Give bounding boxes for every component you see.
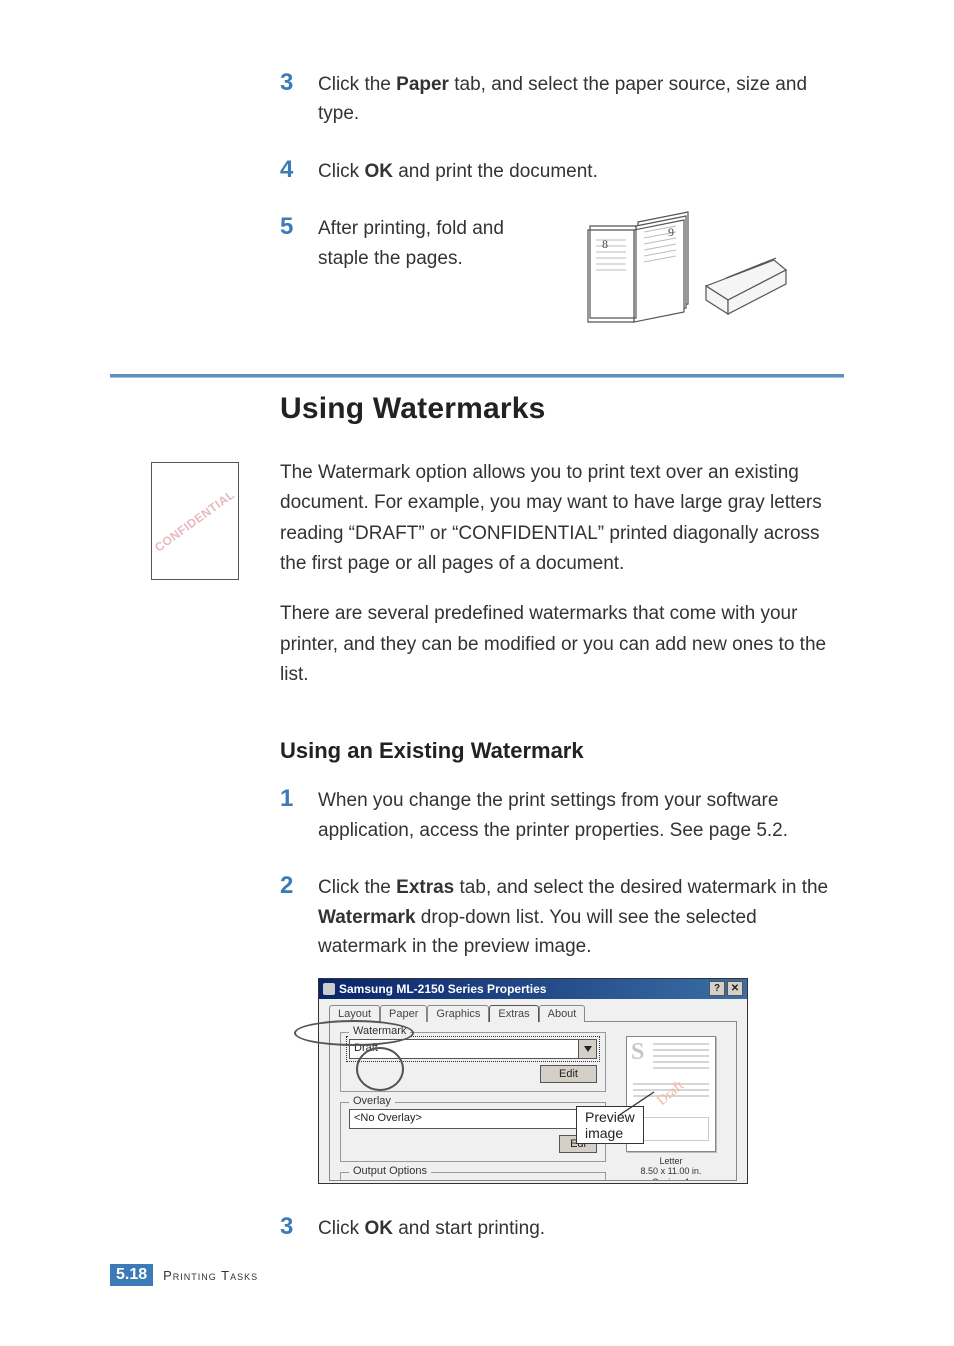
- substep-text-1: When you change the print settings from …: [318, 786, 844, 845]
- step-number-3: 3: [280, 70, 318, 96]
- preview-meta: Letter 8.50 x 11.00 in. Copies: 1: [616, 1156, 726, 1181]
- intro-paragraph-2: There are several predefined watermarks …: [280, 599, 844, 690]
- properties-tabs: Layout Paper Graphics Extras About: [329, 1005, 737, 1022]
- step3-bold: Paper: [396, 74, 449, 95]
- section-title: Using Watermarks: [280, 392, 844, 426]
- chevron-down-icon[interactable]: [579, 1039, 597, 1059]
- overlay-group: Overlay <No Overlay> Edi: [340, 1102, 606, 1162]
- booklet-page-right: 9: [668, 225, 674, 239]
- footer-chapter-num: 5.: [116, 1266, 129, 1283]
- window-title: Samsung ML-2150 Series Properties: [339, 982, 546, 996]
- callout-leader-line: [618, 1068, 698, 1128]
- properties-dialog-screenshot: Samsung ML-2150 Series Properties ? ✕ La…: [318, 978, 748, 1184]
- substep-number-3: 3: [280, 1214, 318, 1240]
- step-text-4: Click OK and print the document.: [318, 157, 844, 186]
- window-close-button[interactable]: ✕: [727, 981, 743, 996]
- window-help-button[interactable]: ?: [709, 981, 725, 996]
- intro-paragraph-1: The Watermark option allows you to print…: [280, 458, 844, 580]
- substep-number-1: 1: [280, 786, 318, 812]
- ss3-t2: and start printing.: [393, 1218, 545, 1239]
- subsection-title: Using an Existing Watermark: [280, 738, 844, 764]
- preview-copies: Copies: 1: [616, 1177, 726, 1180]
- highlight-ellipse-combo: [356, 1047, 404, 1091]
- window-app-icon: [323, 983, 335, 995]
- tab-paper[interactable]: Paper: [380, 1005, 427, 1022]
- step4-post: and print the document.: [393, 161, 598, 182]
- confidential-page-icon: CONFIDENTIAL: [110, 458, 280, 580]
- page-footer: 5.18 Printing Tasks: [110, 1264, 258, 1286]
- step3-pre: Click the: [318, 74, 396, 95]
- step4-pre: Click: [318, 161, 364, 182]
- ss2-b2: Watermark: [318, 907, 416, 928]
- preview-paper-size: Letter: [616, 1156, 726, 1167]
- ss2-b1: Extras: [396, 877, 454, 898]
- watermark-edit-button[interactable]: Edit: [540, 1065, 597, 1083]
- step-text-5: After printing, fold and staple the page…: [318, 214, 844, 343]
- substep-text-3: Click OK and start printing.: [318, 1214, 844, 1243]
- section-divider: [110, 374, 844, 378]
- step4-bold: OK: [364, 161, 393, 182]
- confidential-label: CONFIDENTIAL: [152, 487, 237, 554]
- footer-section-label: Printing Tasks: [163, 1268, 258, 1283]
- overlay-combo[interactable]: <No Overlay>: [349, 1109, 597, 1129]
- footer-page-num: 18: [129, 1266, 147, 1283]
- output-options-group: Output Options: [340, 1172, 606, 1181]
- booklet-illustration: 8 9: [578, 204, 788, 343]
- preview-paper-dims: 8.50 x 11.00 in.: [616, 1166, 726, 1177]
- tab-graphics[interactable]: Graphics: [427, 1005, 489, 1022]
- ss2-t2: tab, and select the desired watermark in…: [454, 877, 828, 898]
- footer-page-badge: 5.18: [110, 1264, 153, 1286]
- substep-text-2: Click the Extras tab, and select the des…: [318, 873, 844, 961]
- ss3-b1: OK: [364, 1218, 393, 1239]
- preview-page-letter: S: [631, 1039, 644, 1066]
- step-number-5: 5: [280, 214, 318, 240]
- window-titlebar[interactable]: Samsung ML-2150 Series Properties ? ✕: [319, 979, 747, 999]
- ss2-t1: Click the: [318, 877, 396, 898]
- overlay-combo-value[interactable]: <No Overlay>: [349, 1109, 579, 1129]
- output-options-title: Output Options: [349, 1165, 431, 1177]
- ss3-t1: Click: [318, 1218, 364, 1239]
- tab-about[interactable]: About: [539, 1005, 586, 1022]
- step5-text: After printing, fold and staple the page…: [318, 214, 538, 273]
- highlight-ellipse-tab: [294, 1020, 414, 1046]
- step-number-4: 4: [280, 157, 318, 183]
- step-text-3: Click the Paper tab, and select the pape…: [318, 70, 844, 129]
- overlay-group-title: Overlay: [349, 1095, 395, 1107]
- tab-extras[interactable]: Extras: [489, 1005, 538, 1022]
- substep-number-2: 2: [280, 873, 318, 899]
- booklet-page-left: 8: [602, 237, 608, 251]
